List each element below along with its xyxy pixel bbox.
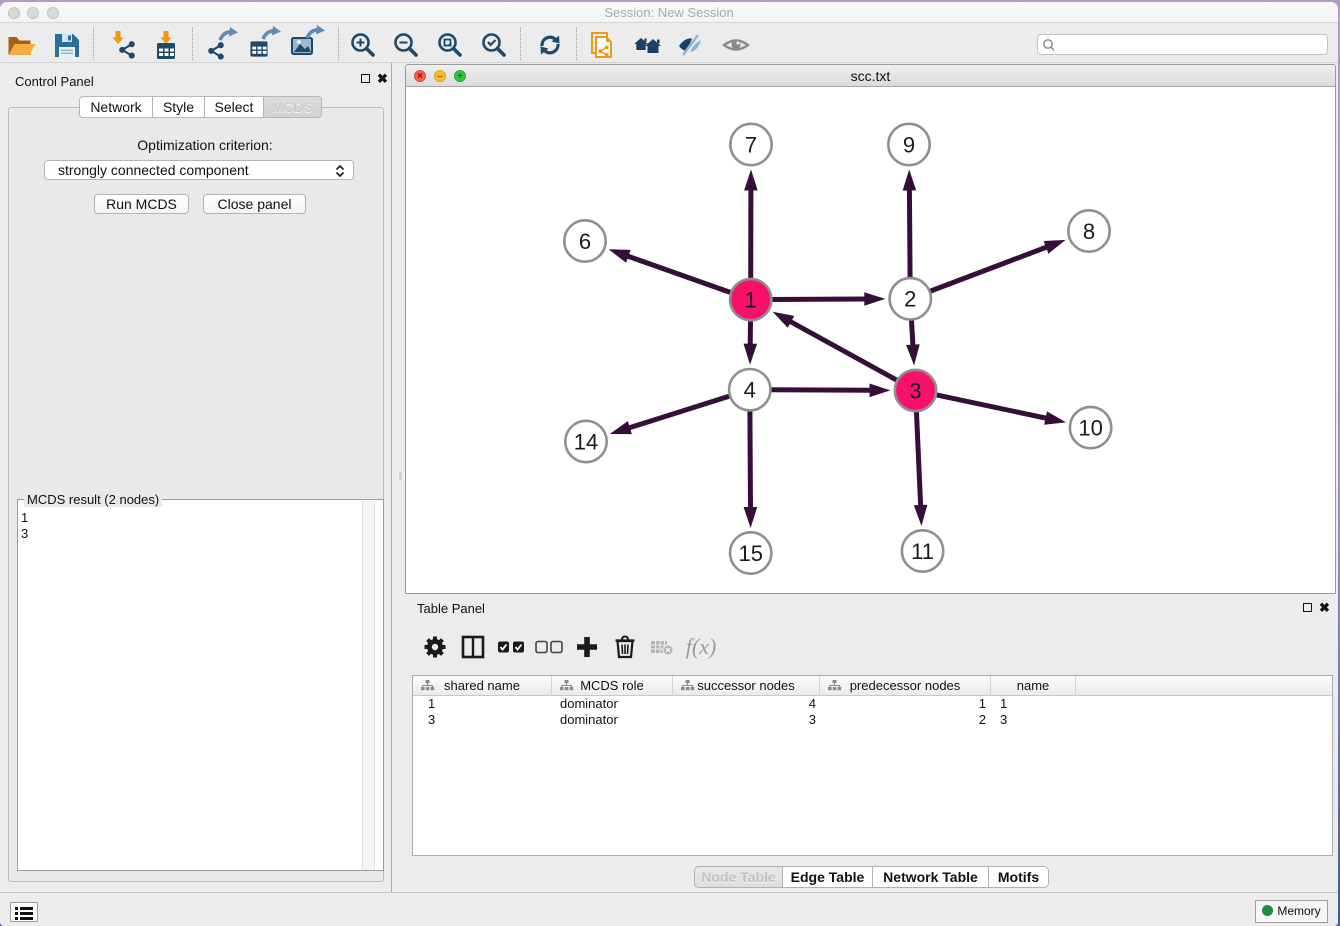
svg-text:2: 2 [904, 287, 916, 312]
svg-text:f(x): f(x) [686, 634, 717, 659]
svg-text:8: 8 [1083, 219, 1095, 244]
svg-text:10: 10 [1078, 415, 1102, 440]
svg-text:4: 4 [744, 378, 756, 403]
svg-text:9: 9 [903, 132, 915, 157]
svg-text:15: 15 [738, 541, 762, 566]
svg-text:3: 3 [909, 378, 921, 403]
svg-text:7: 7 [745, 132, 757, 157]
svg-text:6: 6 [579, 229, 591, 254]
svg-text:11: 11 [911, 539, 934, 564]
svg-text:1: 1 [745, 287, 757, 312]
svg-text:14: 14 [574, 429, 598, 454]
